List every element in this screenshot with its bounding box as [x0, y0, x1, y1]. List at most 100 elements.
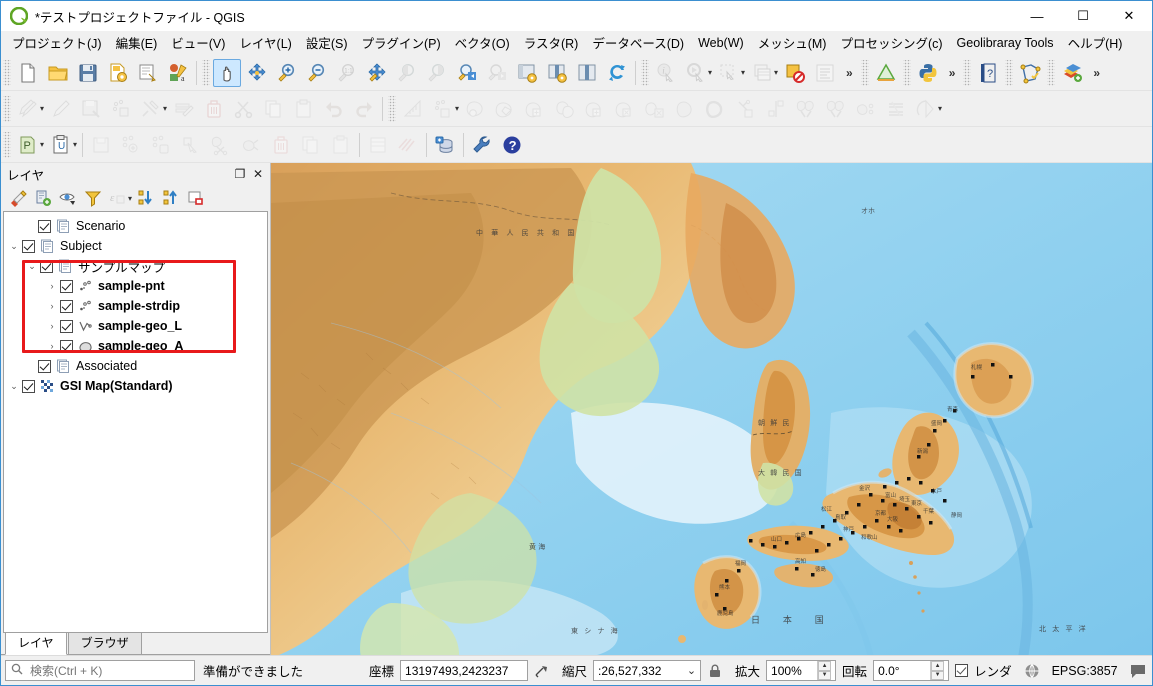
expander-icon[interactable] — [22, 358, 38, 374]
maximize-button[interactable]: ☐ — [1060, 1, 1106, 31]
measure-line-icon[interactable] — [399, 95, 427, 123]
layer-visibility-checkbox[interactable] — [38, 359, 51, 373]
save-edits-icon[interactable] — [87, 131, 115, 159]
menu-mesh[interactable]: メッシュ(M) — [751, 30, 834, 55]
pan-to-selection-icon[interactable] — [243, 59, 271, 87]
style-manager-icon[interactable]: a — [164, 59, 192, 87]
filter-legend-by-expression-icon[interactable]: ε — [106, 187, 129, 209]
stepper-up-icon[interactable]: ▲ — [818, 661, 832, 671]
add-point-feature-icon[interactable] — [429, 95, 457, 123]
new-project-icon[interactable] — [14, 59, 42, 87]
stepper-up-icon[interactable]: ▲ — [931, 661, 945, 671]
tab-layers[interactable]: レイヤ — [5, 631, 67, 655]
delete-ring-icon[interactable] — [612, 95, 640, 123]
toggle-editing-icon[interactable] — [47, 95, 75, 123]
zoom-in-icon[interactable] — [273, 59, 301, 87]
new-map-view-icon[interactable] — [513, 59, 541, 87]
remove-layer-icon[interactable] — [184, 187, 207, 209]
expander-icon[interactable]: ⌄ — [24, 258, 40, 274]
rotation-spinbox[interactable]: 0.0° ▲ ▼ — [873, 660, 950, 681]
undo-icon[interactable] — [320, 95, 348, 123]
refresh-icon[interactable] — [603, 59, 631, 87]
add-ring-icon[interactable] — [522, 95, 550, 123]
layer-visibility-checkbox[interactable] — [38, 219, 51, 233]
delete-icon[interactable] — [267, 131, 295, 159]
layer-visibility-checkbox[interactable] — [22, 239, 35, 253]
menu-processing[interactable]: プロセッシング(c) — [833, 30, 949, 55]
node-tool-icon[interactable] — [237, 131, 265, 159]
layer-tree-item-sample-strdip[interactable]: › sample-strdip — [4, 296, 267, 316]
expander-icon[interactable]: ⌄ — [6, 378, 22, 394]
menu-web[interactable]: Web(W) — [691, 33, 751, 53]
statistical-summary-icon[interactable] — [811, 59, 839, 87]
current-edits-icon[interactable] — [14, 95, 42, 123]
split-parts-icon[interactable] — [762, 95, 790, 123]
collapse-all-icon[interactable] — [159, 187, 182, 209]
zoom-last-icon[interactable] — [453, 59, 481, 87]
clipboard-tool-icon[interactable]: U — [47, 131, 75, 159]
layer-tree-item-sample-geo-a[interactable]: › sample-geo_A — [4, 336, 267, 356]
stepper-down-icon[interactable]: ▼ — [818, 670, 832, 680]
stepper-down-icon[interactable]: ▼ — [931, 670, 945, 680]
layer-tree[interactable]: Scenario ⌄ Subject ⌄ サンプルマップ › sample-pn… — [3, 211, 268, 633]
menu-geolibrary-tools[interactable]: Geolibraray Tools — [950, 33, 1061, 53]
trim-extend-icon[interactable] — [882, 95, 910, 123]
menu-vector[interactable]: ベクタ(O) — [448, 30, 517, 55]
menu-raster[interactable]: ラスタ(R) — [517, 30, 586, 55]
messages-icon[interactable] — [1127, 660, 1149, 682]
offset-point-symbol-icon[interactable] — [912, 95, 940, 123]
identify-features-icon[interactable]: i — [652, 59, 680, 87]
map-view-icon[interactable] — [573, 59, 601, 87]
paste-features-icon[interactable] — [290, 95, 318, 123]
zoom-next-icon[interactable] — [483, 59, 511, 87]
expander-icon[interactable]: › — [44, 338, 60, 354]
reshape-features-icon[interactable] — [672, 95, 700, 123]
toolbar-grip-python[interactable] — [902, 59, 911, 86]
fill-ring-icon[interactable] — [582, 95, 610, 123]
open-layer-styling-panel-icon[interactable] — [6, 187, 29, 209]
expander-icon[interactable]: › — [44, 318, 60, 334]
menu-view[interactable]: ビュー(V) — [164, 30, 232, 55]
minimize-button[interactable]: — — [1014, 1, 1060, 31]
add-layer-icon[interactable] — [1058, 59, 1086, 87]
save-layer-edits-icon[interactable] — [77, 95, 105, 123]
toolbar-grip-geolibrary[interactable] — [1005, 59, 1014, 86]
zoom-full-icon[interactable] — [363, 59, 391, 87]
toolbar-overflow-layers[interactable]: » — [1087, 66, 1106, 80]
delete-part-icon[interactable] — [642, 95, 670, 123]
expander-icon[interactable]: › — [44, 298, 60, 314]
redo-icon[interactable] — [350, 95, 378, 123]
map-canvas-container[interactable]: 中 華 人 民 共 和 国 朝 鮮 民 大 韓 民 国 日 本 国 東 シ ナ … — [271, 163, 1152, 655]
toolbar-grip-layers[interactable] — [1047, 59, 1056, 86]
zoom-to-selection-icon[interactable] — [393, 59, 421, 87]
search-input[interactable] — [28, 662, 189, 679]
add-object-icon[interactable] — [147, 131, 175, 159]
zoom-to-layer-icon[interactable] — [423, 59, 451, 87]
merge-features-icon[interactable] — [792, 95, 820, 123]
close-panel-button[interactable]: ✕ — [249, 165, 267, 183]
processing-toolbox-icon[interactable] — [872, 59, 900, 87]
open-attribute-table-icon[interactable] — [748, 59, 776, 87]
layer-tree-item-sample-map-group[interactable]: ⌄ サンプルマップ — [4, 256, 267, 276]
save-project-as-icon[interactable] — [104, 59, 132, 87]
add-database-icon[interactable] — [431, 131, 459, 159]
toolbar-overflow-plugins[interactable]: » — [943, 66, 962, 80]
add-part-icon[interactable] — [552, 95, 580, 123]
attribute-table-icon[interactable] — [364, 131, 392, 159]
expander-icon[interactable]: › — [44, 278, 60, 294]
save-project-icon[interactable] — [74, 59, 102, 87]
python-console-icon[interactable] — [914, 59, 942, 87]
layer-visibility-checkbox[interactable] — [60, 299, 73, 313]
expand-all-icon[interactable] — [134, 187, 157, 209]
menu-project[interactable]: プロジェクト(J) — [5, 30, 109, 55]
layer-tree-item-sample-geo-l[interactable]: › sample-geo_L — [4, 316, 267, 336]
help-icon[interactable]: ? — [498, 131, 526, 159]
lock-scale-icon[interactable] — [704, 660, 726, 682]
toolbar-grip[interactable] — [3, 59, 11, 86]
cut-features-icon[interactable] — [230, 95, 258, 123]
rotate-feature-icon[interactable] — [462, 95, 490, 123]
map-canvas[interactable]: 中 華 人 民 共 和 国 朝 鮮 民 大 韓 民 国 日 本 国 東 シ ナ … — [271, 163, 1152, 655]
toolbar-overflow-attributes[interactable]: » — [840, 66, 859, 80]
layer-visibility-checkbox[interactable] — [60, 319, 73, 333]
tab-browser[interactable]: ブラウザ — [67, 631, 142, 654]
